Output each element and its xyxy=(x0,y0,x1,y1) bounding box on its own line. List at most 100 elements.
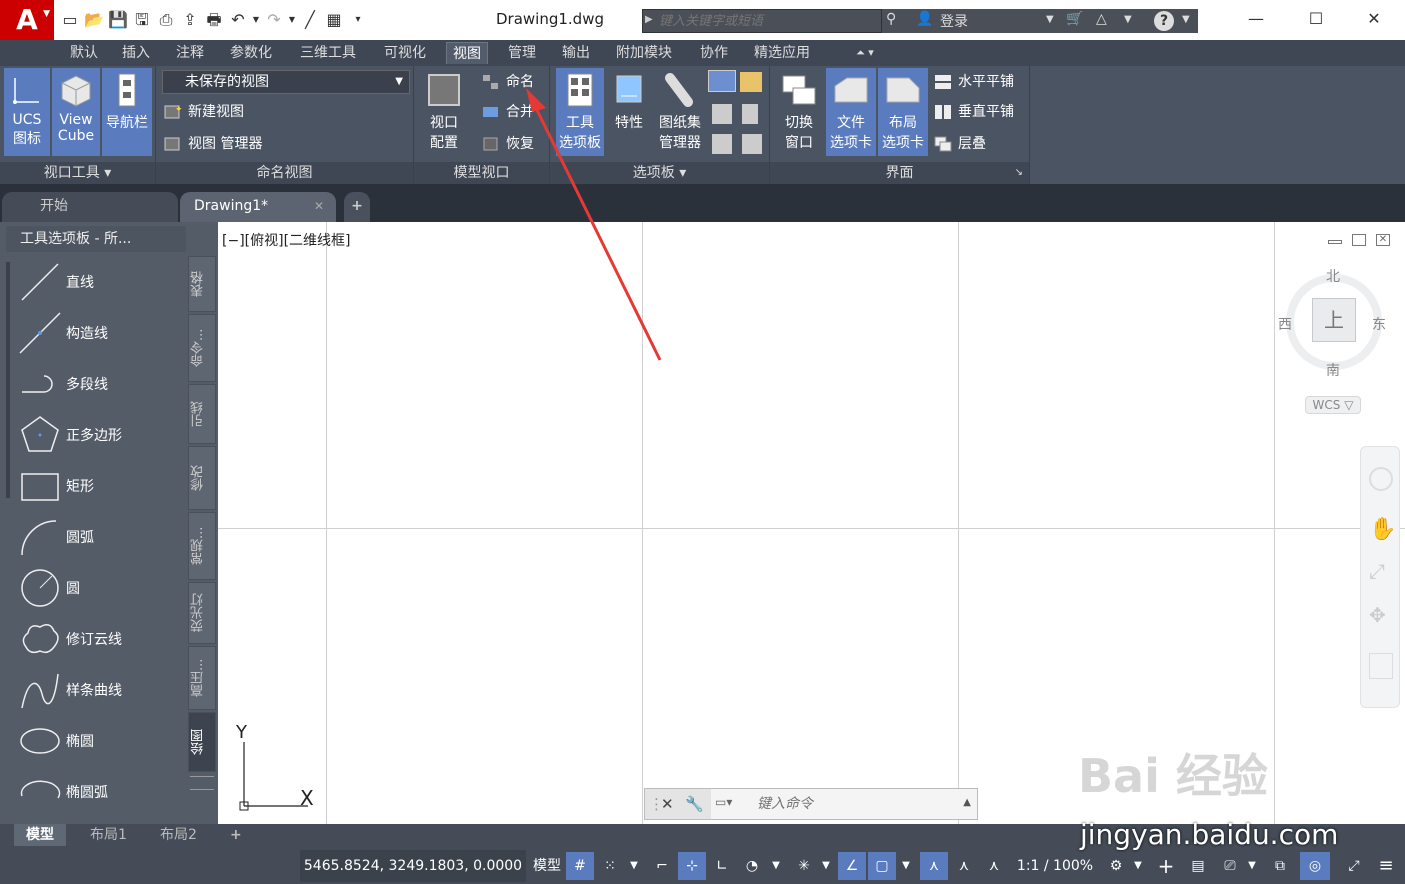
viewport-close-icon[interactable]: ✕ xyxy=(1376,234,1390,246)
workspace-switch-icon[interactable]: ⚙ xyxy=(1102,852,1130,880)
workspace-icon[interactable]: ▦ xyxy=(322,8,346,32)
minimize-button[interactable]: — xyxy=(1236,6,1276,32)
tab-layout2[interactable]: 布局2 xyxy=(148,824,209,846)
ortho-mode-icon[interactable]: ∟ xyxy=(708,852,736,880)
annotation-visibility-icon[interactable]: ⋏ xyxy=(920,852,948,880)
undo-icon[interactable]: ↶ xyxy=(226,8,250,32)
tab-parametric[interactable]: 参数化 xyxy=(224,42,278,64)
tab-addins[interactable]: 附加模块 xyxy=(610,42,678,64)
command-line-toggle-icon[interactable] xyxy=(708,70,736,92)
calculator-icon[interactable] xyxy=(742,104,758,124)
binoculars-icon[interactable]: ⚲ xyxy=(886,11,896,27)
compass-south[interactable]: 南 xyxy=(1326,360,1340,380)
viewport-minimize-icon[interactable] xyxy=(1328,240,1342,244)
new-view-button[interactable]: ✦ 新建视图 xyxy=(160,100,244,124)
new-tab-button[interactable]: + xyxy=(344,192,370,222)
workspace-dropdown-icon[interactable]: ▼ xyxy=(1130,852,1146,880)
switch-windows-button[interactable]: 切换 窗口 xyxy=(774,68,824,156)
panel-launcher-icon[interactable]: ↘ xyxy=(1015,162,1023,184)
annotation-scale-dropdown[interactable]: 1:1 / 100% ▾ xyxy=(1012,852,1098,880)
vtab-modify[interactable]: 修改 xyxy=(188,446,216,510)
clean-screen-icon[interactable]: ⤢ xyxy=(1340,852,1368,880)
compass-north[interactable]: 北 xyxy=(1326,266,1340,286)
tool-circle[interactable]: 圆 xyxy=(10,564,188,612)
vtab-tables[interactable]: 表格 xyxy=(188,256,216,312)
tile-vertical-button[interactable]: 垂直平铺 xyxy=(930,100,1014,124)
palette-title[interactable]: 工具选项板 - 所... xyxy=(6,226,186,252)
clipboard-icon[interactable] xyxy=(742,134,762,154)
save-as-icon[interactable]: 🖫 xyxy=(130,8,154,32)
tab-insert[interactable]: 插入 xyxy=(116,42,156,64)
application-menu-button[interactable]: A ▼ xyxy=(0,0,54,40)
cascade-button[interactable]: 层叠 xyxy=(930,132,986,156)
units-icon[interactable]: ▤ xyxy=(1184,852,1212,880)
external-references-icon[interactable] xyxy=(712,134,732,154)
tab-default[interactable]: 默认 xyxy=(64,42,104,64)
graphics-performance-icon[interactable]: ◎ xyxy=(1300,852,1330,880)
tool-rectangle[interactable]: 矩形 xyxy=(10,462,188,510)
zoom-extents-icon[interactable]: ⤢ xyxy=(1369,559,1393,583)
object-snap-icon[interactable]: ▢ xyxy=(868,852,896,880)
close-button[interactable]: ✕ xyxy=(1354,6,1394,32)
undo-dropdown-icon[interactable]: ▼ xyxy=(250,8,262,32)
command-prompt-icon[interactable]: ▭▾ xyxy=(715,795,751,813)
close-tab-icon[interactable]: ✕ xyxy=(314,192,324,220)
help-icon[interactable]: ? xyxy=(1154,11,1174,31)
showmotion-icon[interactable] xyxy=(1369,653,1393,679)
view-manager-button[interactable]: 视图 管理器 xyxy=(160,132,262,156)
command-history-icon[interactable]: ▲ xyxy=(963,797,971,808)
design-center-icon[interactable] xyxy=(740,72,762,92)
vtab-high-voltage[interactable]: 高压... xyxy=(188,646,216,710)
tool-construction-line[interactable]: 构造线 xyxy=(10,309,188,357)
restore-viewports-button[interactable]: 恢复 xyxy=(478,132,534,156)
customize-qat-icon[interactable]: ▾ xyxy=(346,8,370,32)
tab-manage[interactable]: 管理 xyxy=(502,42,542,64)
compass-west[interactable]: 西 xyxy=(1278,314,1292,334)
viewcube-top-face[interactable]: 上 xyxy=(1312,298,1356,342)
viewcube-button[interactable]: View Cube xyxy=(52,68,100,156)
tab-3d-tools[interactable]: 三维工具 xyxy=(294,42,362,64)
properties-button[interactable]: 特性 xyxy=(608,68,650,156)
command-input[interactable] xyxy=(757,793,947,815)
tab-drawing1[interactable]: Drawing1* ✕ xyxy=(180,192,336,222)
tab-featured-apps[interactable]: 精选应用 xyxy=(748,42,816,64)
tab-model[interactable]: 模型 xyxy=(14,824,66,846)
named-viewports-button[interactable]: 命名 xyxy=(478,70,534,94)
redo-dropdown-icon[interactable]: ▼ xyxy=(286,8,298,32)
user-icon[interactable]: 👤 xyxy=(916,11,933,27)
quick-properties-dropdown-icon[interactable]: ▼ xyxy=(1244,852,1260,880)
auto-scale-icon[interactable]: ⋏ xyxy=(950,852,978,880)
vtab-general[interactable]: 常规... xyxy=(188,512,216,580)
tab-layout1[interactable]: 布局1 xyxy=(78,824,139,846)
plot-icon[interactable]: ⎙ xyxy=(154,8,178,32)
redo-icon[interactable]: ↷ xyxy=(262,8,286,32)
isometric-drafting-icon[interactable]: ✳ xyxy=(790,852,818,880)
sheet-set-manager-button[interactable]: 图纸集 管理器 xyxy=(654,68,706,156)
tool-spline[interactable]: 样条曲线 xyxy=(10,666,188,714)
save-icon[interactable]: 💾 xyxy=(106,8,130,32)
tool-arc[interactable]: 圆弧 xyxy=(10,513,188,561)
panel-title-viewport-tools[interactable]: 视口工具 ▾ xyxy=(0,162,155,184)
orbit-icon[interactable]: ✥ xyxy=(1369,603,1393,627)
object-snap-dropdown-icon[interactable]: ▼ xyxy=(898,852,914,880)
tab-start[interactable]: 开始 xyxy=(2,192,178,222)
login-dropdown-icon[interactable]: ▼ xyxy=(1046,14,1054,25)
ribbon-minimize-icon[interactable]: ⏶ ▾ xyxy=(850,42,880,64)
polar-tracking-icon[interactable]: ◔ xyxy=(738,852,766,880)
customization-menu-icon[interactable]: ≡ xyxy=(1372,852,1400,880)
markup-set-icon[interactable] xyxy=(712,104,732,124)
viewport-controls-label[interactable]: [−][俯视][二维线框] xyxy=(222,230,351,250)
object-snap-tracking-icon[interactable]: ∠ xyxy=(838,852,866,880)
publish-icon[interactable]: ⇪ xyxy=(178,8,202,32)
tool-palettes-button[interactable]: 工具 选项板 xyxy=(556,68,604,156)
tool-revision-cloud[interactable]: 修订云线 xyxy=(10,615,188,663)
print-icon[interactable]: 🖶 xyxy=(202,8,226,32)
maximize-button[interactable]: ☐ xyxy=(1296,6,1336,32)
a360-dropdown-icon[interactable]: ▼ xyxy=(1124,14,1132,25)
open-file-icon[interactable]: 📂 xyxy=(82,8,106,32)
search-input[interactable] xyxy=(659,12,879,30)
compass-east[interactable]: 东 xyxy=(1372,314,1386,334)
login-link[interactable]: 登录 xyxy=(940,11,968,31)
snap-mode-icon[interactable]: ⁙ xyxy=(596,852,624,880)
tab-visualize[interactable]: 可视化 xyxy=(378,42,432,64)
